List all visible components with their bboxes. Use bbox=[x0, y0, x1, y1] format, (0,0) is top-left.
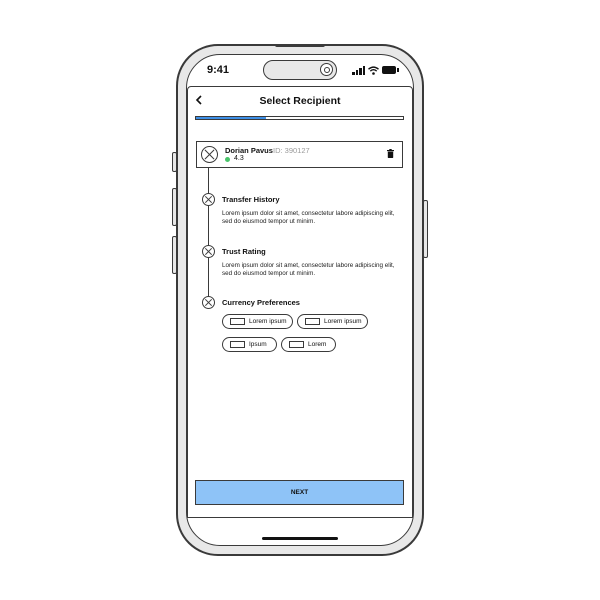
currency-flag-placeholder bbox=[305, 318, 320, 325]
progress-bar bbox=[195, 116, 404, 120]
currency-option-1[interactable]: Lorem ipsum bbox=[222, 314, 293, 329]
section-body-trust-rating: Lorem ipsum dolor sit amet, consectetur … bbox=[222, 262, 395, 277]
avatar-placeholder-icon bbox=[201, 146, 218, 163]
currency-flag-placeholder bbox=[230, 341, 245, 348]
camera-icon bbox=[320, 63, 333, 76]
currency-option-label: Lorem ipsum bbox=[249, 318, 287, 325]
section-title-currency-preferences: Currency Preferences bbox=[222, 298, 300, 307]
currency-option-3[interactable]: Ipsum bbox=[222, 337, 277, 352]
recipient-id: ID: 390127 bbox=[273, 146, 310, 155]
timeline-connector bbox=[208, 168, 209, 302]
section-title-transfer-history: Transfer History bbox=[222, 195, 280, 204]
trash-icon[interactable] bbox=[387, 149, 394, 158]
currency-flag-placeholder bbox=[230, 318, 245, 325]
back-button[interactable] bbox=[195, 93, 203, 108]
rating-status-dot bbox=[225, 157, 230, 162]
home-indicator bbox=[262, 537, 338, 540]
currency-option-2[interactable]: Lorem ipsum bbox=[297, 314, 368, 329]
next-button[interactable]: NEXT bbox=[195, 480, 404, 505]
page-title: Select Recipient bbox=[259, 95, 341, 107]
wifi-icon bbox=[368, 66, 379, 75]
chevron-left-icon bbox=[195, 95, 202, 105]
section-title-trust-rating: Trust Rating bbox=[222, 247, 266, 256]
section-body-transfer-history: Lorem ipsum dolor sit amet, consectetur … bbox=[222, 210, 395, 225]
currency-preferences-step-icon bbox=[202, 296, 215, 309]
phone-speaker-edge bbox=[275, 44, 325, 47]
currency-flag-placeholder bbox=[289, 341, 304, 348]
transfer-history-step-icon bbox=[202, 193, 215, 206]
signal-icon bbox=[352, 66, 366, 75]
progress-bar-fill bbox=[196, 117, 267, 119]
currency-option-4[interactable]: Lorem bbox=[281, 337, 336, 352]
recipient-rating: 4.3 bbox=[234, 155, 244, 162]
trust-rating-step-icon bbox=[202, 245, 215, 258]
currency-option-label: Lorem ipsum bbox=[324, 318, 362, 325]
dynamic-island bbox=[263, 60, 337, 80]
battery-icon bbox=[382, 66, 399, 74]
status-time: 9:41 bbox=[207, 64, 230, 76]
recipient-name: Dorian Pavus bbox=[225, 146, 273, 155]
currency-option-label: Lorem bbox=[308, 341, 327, 348]
currency-option-label: Ipsum bbox=[249, 341, 267, 348]
